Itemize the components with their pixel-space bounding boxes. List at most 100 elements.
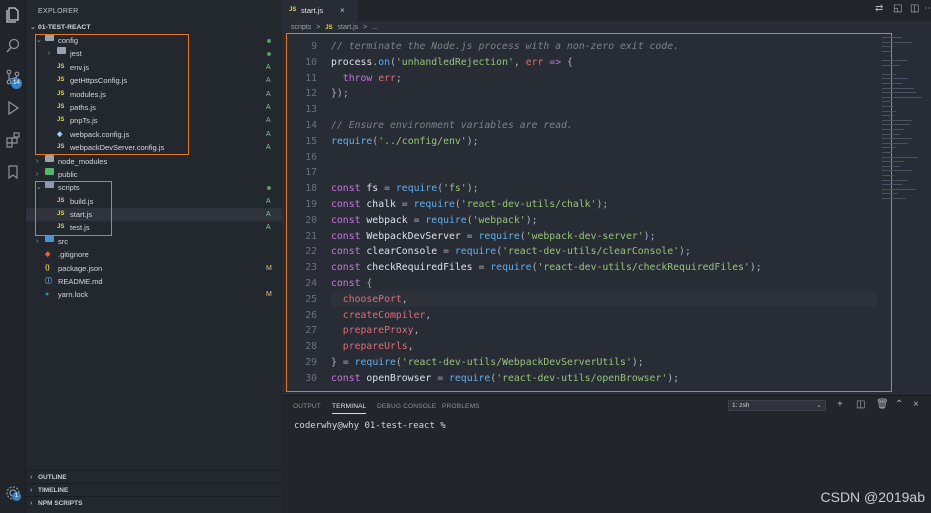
editor-tab-bar: JS start.js × ⇄ ◱ ◫ ⋯ [282, 0, 931, 21]
tab-output[interactable]: OUTPUT [293, 403, 321, 410]
terminal-select[interactable]: 1: zsh ⌄ [728, 400, 826, 411]
js-file-icon: JS [289, 7, 297, 13]
activity-bar: 14 1 [0, 0, 26, 513]
tree-item[interactable]: ◆ .gitignore [26, 248, 282, 261]
minimap-line [882, 179, 908, 181]
bookmark-icon[interactable] [4, 163, 22, 181]
chevron-down-icon: ⌄ [816, 402, 822, 409]
folder-icon [45, 235, 54, 248]
minimap-line [882, 156, 918, 158]
tab-terminal[interactable]: TERMINAL [332, 403, 366, 410]
split-terminal-icon[interactable]: ◫ [856, 399, 865, 410]
files-icon[interactable] [4, 6, 22, 24]
minimap-line [882, 64, 900, 66]
minimap-line [882, 133, 900, 135]
tab-problems[interactable]: PROBLEMS [442, 403, 480, 410]
tree-item-label: public [58, 170, 78, 179]
tree-item[interactable]: ⓘ README.md [26, 275, 282, 288]
minimap-line [882, 170, 912, 172]
chevron-right-icon: › [36, 158, 39, 165]
minimap-line [882, 96, 922, 98]
tab-start-js[interactable]: JS start.js × [282, 0, 358, 21]
modified-dot [267, 52, 271, 56]
scm-count-badge: 14 [11, 78, 22, 89]
minimap-line [882, 46, 894, 48]
extensions-icon[interactable] [4, 131, 22, 149]
git-status: A [266, 131, 271, 138]
tree-item[interactable]: › public [26, 168, 282, 181]
minimap-line [882, 124, 910, 126]
outline-section[interactable]: › OUTLINE [26, 470, 282, 483]
tree-item-label: yarn.lock [58, 290, 89, 299]
tree-item-label: package.json [58, 264, 103, 273]
npm-scripts-section[interactable]: › NPM SCRIPTS [26, 496, 282, 509]
minimap-line [882, 60, 907, 61]
maximize-panel-icon[interactable]: ⌃ [895, 399, 903, 410]
new-terminal-icon[interactable]: + [837, 399, 843, 410]
minimap-line [882, 175, 894, 176]
minimap-line [882, 87, 914, 89]
info-icon: ⓘ [45, 278, 52, 285]
tree-item-label: README.md [58, 277, 103, 286]
git-icon: ◆ [45, 251, 51, 258]
tree-item[interactable]: ● yarn.lock M [26, 288, 282, 301]
chevron-right-icon: › [36, 171, 39, 178]
git-status: A [266, 91, 271, 98]
settings-badge: 1 [12, 492, 21, 501]
modified-dot [267, 186, 271, 190]
minimap-line [882, 110, 896, 112]
config-highlight-box [35, 34, 189, 155]
search-icon[interactable] [4, 37, 22, 55]
minimap-line [882, 73, 896, 75]
minimap[interactable] [880, 33, 924, 213]
minimap-line [882, 138, 912, 140]
minimap-line [882, 198, 906, 199]
timeline-section[interactable]: › TIMELINE [26, 483, 282, 496]
git-status: A [266, 104, 271, 111]
watermark: CSDN @2019ab [820, 489, 926, 505]
minimap-line [882, 188, 916, 190]
folder-icon [45, 168, 54, 181]
explorer-sidebar: EXPLORER ⌄ 01-TEST-REACT ⌄ config › jest JS e… [26, 0, 282, 513]
minimap-line [882, 147, 896, 149]
more-actions-icon[interactable]: ⋯ [924, 3, 931, 14]
close-tab-icon[interactable]: × [340, 0, 345, 21]
terminal-prompt[interactable]: coderwhy@why 01-test-react % [294, 421, 446, 431]
trash-icon[interactable]: 🗑 [876, 399, 889, 410]
close-panel-icon[interactable]: × [913, 399, 919, 410]
git-status: A [266, 64, 271, 71]
tree-item[interactable]: {} package.json M [26, 262, 282, 275]
compare-icon[interactable]: ⇄ [875, 3, 883, 14]
minimap-line [882, 142, 908, 144]
preview-icon[interactable]: ◱ [893, 3, 902, 14]
chevron-down-icon: ⌄ [30, 24, 36, 31]
git-status: A [266, 144, 271, 151]
minimap-line [882, 106, 894, 107]
minimap-line [882, 50, 890, 52]
chevron-right-icon: › [30, 500, 33, 507]
tree-item-label: src [58, 237, 68, 246]
tree-item[interactable]: › node_modules [26, 155, 282, 168]
tree-item-label: node_modules [58, 157, 108, 166]
split-editor-icon[interactable]: ◫ [910, 3, 919, 14]
tree-item-label: .gitignore [58, 250, 89, 259]
code-highlight-box [286, 33, 892, 392]
minimap-line [882, 161, 904, 163]
scripts-highlight-box [35, 181, 112, 236]
minimap-line [882, 101, 892, 103]
active-tab-underline [332, 413, 366, 414]
tab-debug-console[interactable]: DEBUG CONSOLE [377, 403, 436, 410]
workspace-root[interactable]: ⌄ 01-TEST-REACT [26, 21, 282, 34]
git-status: A [266, 211, 271, 218]
git-status: M [266, 265, 272, 272]
folder-icon [45, 155, 54, 168]
modified-dot [267, 39, 271, 43]
git-status: A [266, 77, 271, 84]
run-debug-icon[interactable] [4, 99, 22, 117]
minimap-line [882, 152, 892, 153]
git-status: A [266, 224, 271, 231]
minimap-line [882, 184, 902, 186]
minimap-line [882, 115, 894, 117]
tree-item[interactable]: › src [26, 235, 282, 248]
minimap-line [882, 119, 912, 121]
